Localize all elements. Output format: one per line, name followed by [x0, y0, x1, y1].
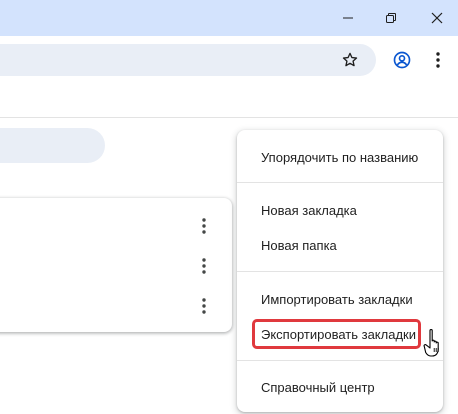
minimize-button[interactable]	[328, 0, 368, 36]
three-dots-vertical-icon	[436, 52, 440, 68]
menu-item-help-center[interactable]: Справочный центр	[237, 371, 443, 403]
menu-item-import-bookmarks[interactable]: Импортировать закладки	[237, 283, 443, 315]
menu-item-label: Импортировать закладки	[261, 291, 413, 307]
menu-item-label: Справочный центр	[261, 379, 375, 395]
browser-menu-button[interactable]	[422, 44, 454, 76]
star-outline-icon	[342, 52, 358, 67]
menu-item-label: Упорядочить по названию	[261, 149, 419, 165]
bookmarks-list	[0, 198, 232, 332]
restore-button[interactable]	[371, 0, 411, 36]
menu-item-label: Новая закладка	[261, 202, 357, 218]
menu-item-new-folder[interactable]: Новая папка	[237, 229, 443, 261]
menu-item-label: Новая папка	[261, 237, 337, 253]
bookmarks-search-input[interactable]	[0, 128, 105, 163]
hand-pointer-icon	[423, 329, 439, 357]
close-icon	[431, 12, 443, 24]
browser-window: Упорядочить по названию Новая закладка Н…	[0, 0, 458, 414]
title-bar	[0, 0, 458, 36]
toolbar-divider	[0, 117, 458, 118]
bookmark-star-button[interactable]	[334, 44, 366, 76]
minimize-icon	[343, 17, 353, 19]
row-menu-button[interactable]	[192, 294, 216, 318]
export-highlight-annotation	[252, 319, 421, 349]
menu-item-sort-by-name[interactable]: Упорядочить по названию	[237, 141, 443, 173]
three-dots-vertical-icon	[202, 298, 206, 314]
menu-divider	[237, 182, 443, 183]
address-bar[interactable]	[0, 44, 376, 76]
browser-toolbar	[0, 36, 458, 84]
three-dots-vertical-icon	[202, 218, 206, 234]
restore-icon	[386, 13, 396, 23]
menu-divider	[237, 360, 443, 361]
three-dots-vertical-icon	[202, 258, 206, 274]
profile-icon	[393, 51, 411, 69]
menu-divider	[237, 271, 443, 272]
row-menu-button[interactable]	[192, 214, 216, 238]
bookmarks-organize-menu: Упорядочить по названию Новая закладка Н…	[237, 130, 443, 412]
menu-item-new-bookmark[interactable]: Новая закладка	[237, 194, 443, 226]
row-menu-button[interactable]	[192, 254, 216, 278]
close-window-button[interactable]	[417, 0, 457, 36]
profile-button[interactable]	[386, 44, 418, 76]
